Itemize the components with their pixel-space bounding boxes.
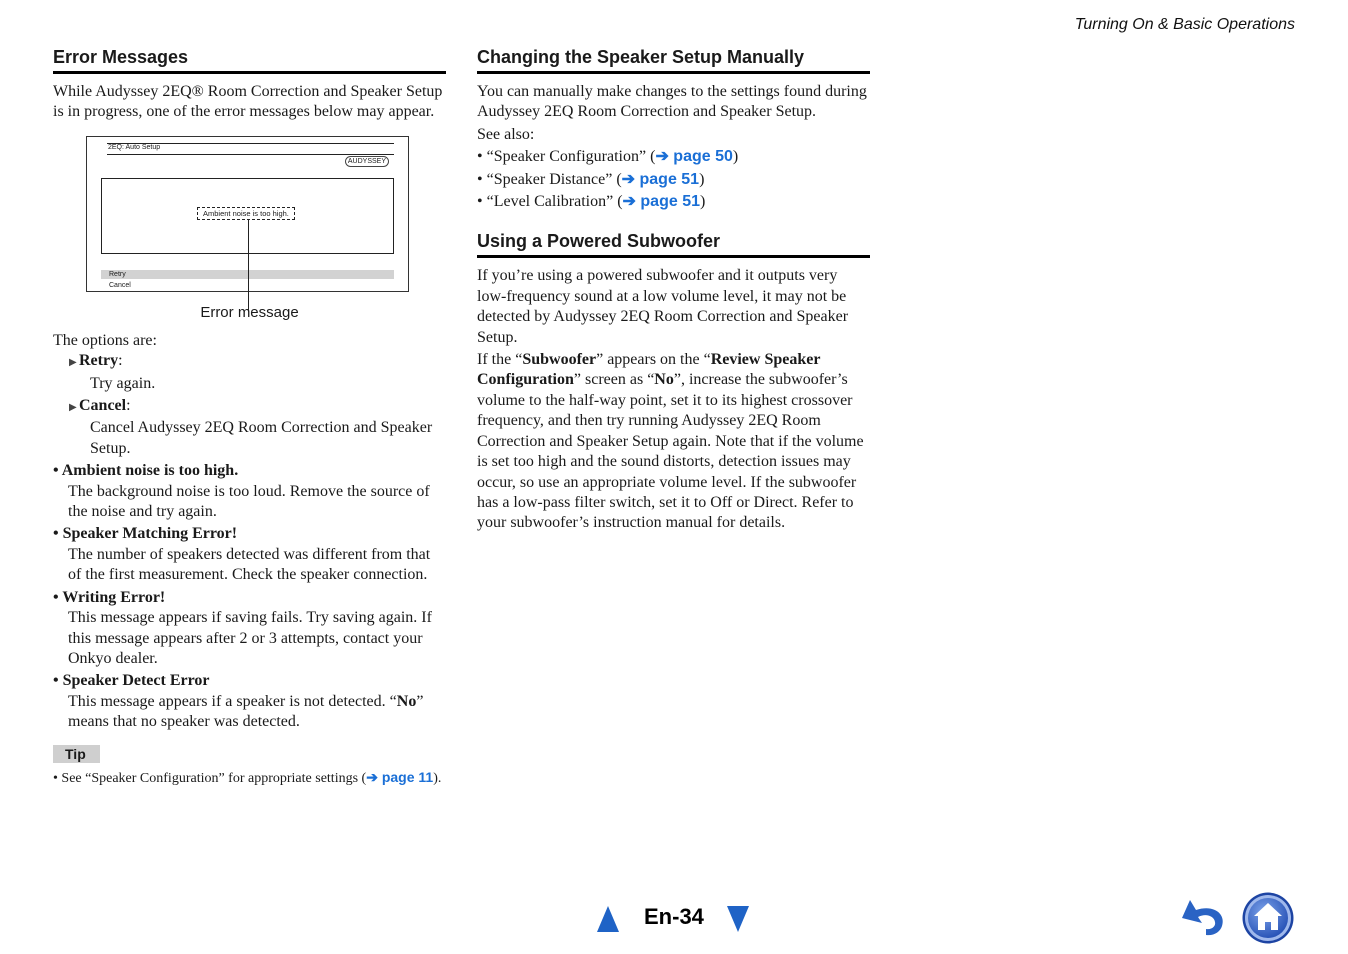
screen-option-cancel: Cancel xyxy=(109,281,131,289)
see-also-label: See also: xyxy=(477,125,535,143)
heading-powered-subwoofer: Using a Powered Subwoofer xyxy=(477,230,870,259)
triangle-up-icon[interactable] xyxy=(597,906,619,932)
tip-text: • See “Speaker Configuration” for approp… xyxy=(53,768,442,786)
running-head: Turning On & Basic Operations xyxy=(1074,16,1295,33)
page-link[interactable]: ➔ page 51 xyxy=(622,171,699,188)
home-icon[interactable] xyxy=(1241,891,1295,945)
triangle-right-icon: ▶ xyxy=(69,357,77,369)
back-arrow-icon[interactable] xyxy=(1180,896,1228,940)
screen-error-message: Ambient noise is too high. xyxy=(197,206,295,220)
see-also-item: • “Speaker Distance” (➔ page 51) xyxy=(477,170,705,188)
footer-navigation: En-34 xyxy=(0,892,1348,944)
heading-error-messages: Error Messages xyxy=(53,46,446,74)
error-title: • Ambient noise is too high. xyxy=(53,462,239,480)
option-retry-desc: Try again. xyxy=(90,374,156,392)
option-retry: ▶ Retry: xyxy=(53,351,446,373)
see-also-item: • “Speaker Configuration” (➔ page 50) xyxy=(477,148,739,166)
page-number: En-34 xyxy=(644,904,704,929)
page-link[interactable]: ➔ page 51 xyxy=(623,193,700,210)
screen-option-retry: Retry xyxy=(109,270,126,278)
error-desc: The number of speakers detected was diff… xyxy=(68,545,431,584)
option-cancel: ▶ Cancel: xyxy=(53,396,446,418)
callout-leader-line xyxy=(248,219,249,310)
screen-title: 2EQ: Auto Setup xyxy=(108,143,161,151)
paragraph: You can manually make changes to the set… xyxy=(477,83,867,121)
screen-illustration: 2EQ: Auto Setup AUDYSSEY Ambient noise i… xyxy=(86,135,409,310)
see-also-list: • “Speaker Configuration” (➔ page 50) • … xyxy=(477,147,870,212)
options-intro: The options are: xyxy=(53,331,157,349)
paragraph: If you’re using a powered subwoofer and … xyxy=(477,267,849,346)
option-cancel-desc: Cancel Audyssey 2EQ Room Correction and … xyxy=(90,419,433,457)
error-title: • Writing Error! xyxy=(53,588,166,606)
screen-mid-rule xyxy=(107,153,394,155)
error-desc: This message appears if saving fails. Tr… xyxy=(68,609,432,667)
tip-badge: Tip xyxy=(53,744,100,763)
error-title: • Speaker Matching Error! xyxy=(53,525,238,543)
page-link[interactable]: ➔ page 11 xyxy=(366,769,433,785)
right-column: Changing the Speaker Setup Manually You … xyxy=(477,46,870,534)
see-also-item: • “Level Calibration” (➔ page 51) xyxy=(477,193,706,211)
error-desc: This message appears if a speaker is not… xyxy=(68,692,424,731)
error-desc: The background noise is too loud. Remove… xyxy=(68,482,430,521)
paragraph: If the “Subwoofer” appears on the “Revie… xyxy=(477,351,864,532)
left-column: Error Messages While Audyssey 2EQ® Room … xyxy=(53,46,446,788)
page-link[interactable]: ➔ page 50 xyxy=(655,148,732,165)
triangle-down-icon[interactable] xyxy=(727,906,749,932)
audyssey-logo: AUDYSSEY xyxy=(344,155,389,167)
intro-paragraph: While Audyssey 2EQ® Room Correction and … xyxy=(53,83,443,121)
heading-changing-speaker-setup: Changing the Speaker Setup Manually xyxy=(477,46,870,74)
error-title: • Speaker Detect Error xyxy=(53,672,210,690)
triangle-right-icon: ▶ xyxy=(69,402,77,414)
screen-caption: Error message xyxy=(200,303,299,321)
